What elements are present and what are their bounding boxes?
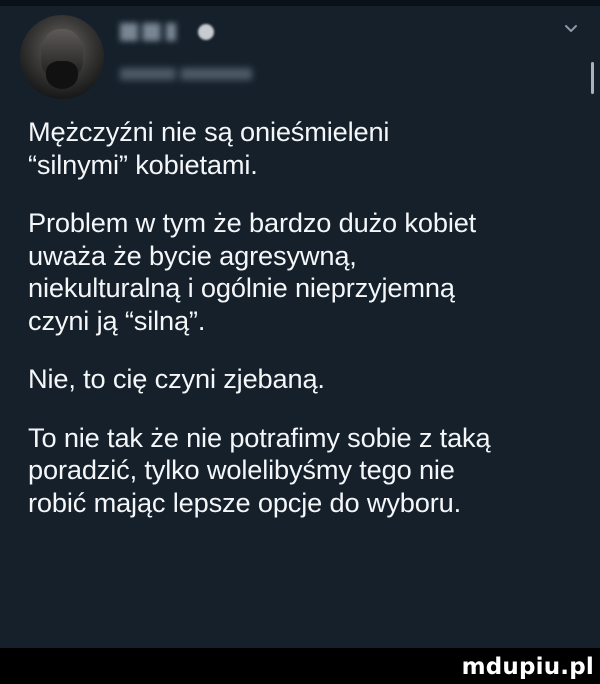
verified-badge-icon bbox=[198, 24, 214, 40]
top-border bbox=[0, 0, 600, 6]
display-name-redacted[interactable] bbox=[120, 23, 190, 41]
tweet-paragraph-1: Mężczyźni nie są onieśmieleni “silnymi” … bbox=[28, 116, 390, 180]
chevron-down-icon[interactable] bbox=[561, 18, 581, 38]
watermark-logo: mdupiu.pl bbox=[461, 654, 594, 680]
tweet-paragraph-4: To nie tak że nie potrafimy sobie z taką… bbox=[28, 421, 491, 518]
avatar-beard bbox=[46, 61, 78, 89]
scroll-indicator bbox=[591, 62, 594, 94]
handle-redacted[interactable] bbox=[120, 68, 252, 80]
tweet-paragraph-2: Problem w tym że bardzo dużo kobiet uważ… bbox=[28, 207, 477, 336]
tweet-text: Mężczyźni nie są onieśmieleni “silnymi” … bbox=[28, 116, 588, 545]
tweet-paragraph-3: Nie, to cię czyni zjebaną. bbox=[28, 363, 325, 394]
tweet-card: Mężczyźni nie są onieśmieleni “silnymi” … bbox=[0, 0, 600, 648]
avatar[interactable] bbox=[20, 15, 104, 99]
